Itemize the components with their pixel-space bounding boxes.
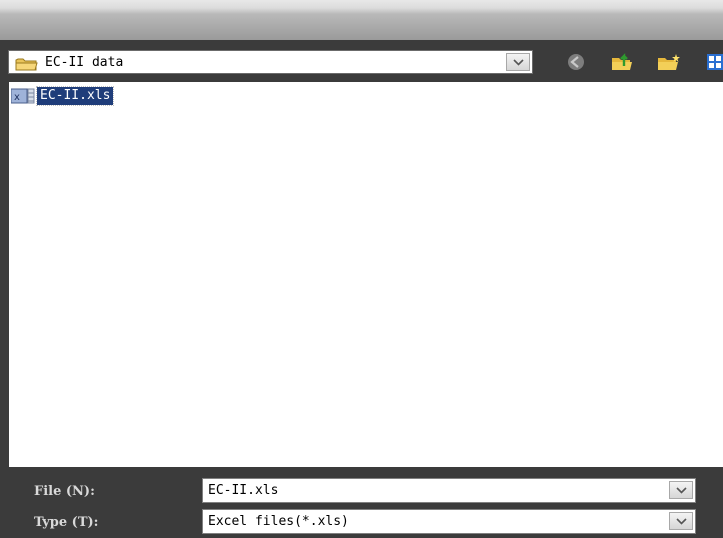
file-options-panel: File (N): EC-II.xls Type (T): Excel file… [0,467,723,538]
new-folder-icon[interactable] [656,52,682,76]
left-frame [0,82,9,467]
view-menu-icon[interactable] [707,53,723,75]
up-folder-icon[interactable] [610,52,636,76]
back-icon[interactable] [566,52,586,76]
file-type-value: Excel files(*.xls) [208,514,349,529]
file-name-value: EC-II.xls [208,483,279,498]
file-type-label: Type (T): [34,515,99,530]
excel-file-icon: x [10,88,35,108]
file-name: EC-II.xls [35,86,115,106]
look-in-value: EC-II data [45,55,124,70]
file-name-label: File (N): [34,484,95,499]
chevron-down-icon[interactable] [669,512,693,530]
chevron-down-icon[interactable] [669,481,693,499]
look-in-combobox[interactable]: EC-II data [8,50,533,74]
svg-text:x: x [14,92,20,103]
title-bar [0,0,723,40]
file-name-combobox[interactable]: EC-II.xls [202,478,696,503]
file-type-select[interactable]: Excel files(*.xls) [202,509,696,534]
folder-icon [15,56,39,75]
chevron-down-icon[interactable] [506,53,530,71]
file-list[interactable]: x EC-II.xls [9,82,723,467]
